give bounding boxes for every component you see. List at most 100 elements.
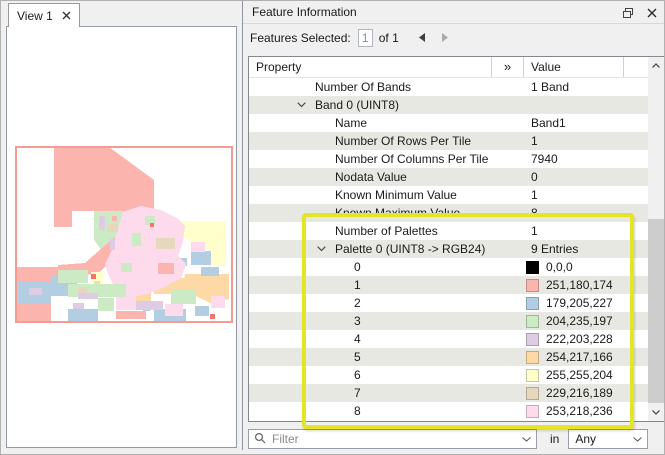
table-row[interactable]: Known Minimum Value 1	[249, 186, 648, 204]
scope-dropdown-icon[interactable]	[631, 437, 643, 442]
property-value: 7940	[531, 150, 558, 168]
expand-chevron-icon[interactable]	[317, 246, 335, 252]
property-value: 253,218,236	[546, 402, 613, 420]
table-row[interactable]: 2 179,205,227	[249, 294, 648, 312]
table-row[interactable]: Number of Palettes 1	[249, 222, 648, 240]
property-value: 204,235,197	[546, 312, 613, 330]
previous-feature-icon[interactable]	[415, 31, 429, 45]
palette-swatch	[526, 297, 539, 310]
property-name: Known Minimum Value	[335, 186, 457, 204]
column-header-property[interactable]: Property	[249, 57, 492, 77]
palette-swatch	[526, 405, 539, 418]
filter-dropdown-icon[interactable]	[520, 437, 532, 442]
scroll-down-icon[interactable]	[648, 404, 664, 421]
table-row[interactable]: Band 0 (UINT8)	[249, 96, 648, 114]
scroll-up-icon[interactable]	[648, 57, 664, 74]
filter-input[interactable]: Filter	[248, 429, 537, 449]
property-value: 9 Entries	[531, 240, 578, 258]
property-name: 1	[354, 276, 361, 294]
palette-swatch	[526, 279, 539, 292]
raster-map	[15, 146, 233, 323]
float-window-icon[interactable]	[621, 6, 635, 20]
property-value: Band1	[531, 114, 566, 132]
feature-count-label: of 1	[379, 31, 399, 45]
property-name: 2	[354, 294, 361, 312]
map-view[interactable]	[6, 26, 237, 448]
table-row[interactable]: Palette 0 (UINT8 -> RGB24) 9 Entries	[249, 240, 648, 258]
filter-bar: Filter in Any	[243, 428, 665, 450]
property-value: 229,216,189	[546, 384, 613, 402]
property-name: 3	[354, 312, 361, 330]
filter-scope-select[interactable]: Any	[568, 429, 648, 449]
feature-information-panel: Feature Information Features Selected: 1…	[242, 1, 665, 450]
property-name: 8	[354, 402, 361, 420]
property-name: Nodata Value	[335, 168, 407, 186]
close-icon[interactable]	[645, 6, 659, 20]
palette-swatch	[526, 369, 539, 382]
palette-swatch	[526, 315, 539, 328]
property-table-header: Property » Value	[249, 57, 664, 78]
property-value: 255,255,204	[546, 366, 613, 384]
property-name: Known Maximum Value	[335, 204, 460, 222]
property-table-body: Number Of Bands 1 Band Band 0 (UINT8) Na…	[249, 78, 648, 420]
property-value: 1	[531, 186, 538, 204]
property-name: Number Of Bands	[315, 78, 411, 96]
tab-close-icon[interactable]	[62, 11, 71, 20]
property-value: 1 Band	[531, 78, 569, 96]
scrollbar-thumb[interactable]	[648, 219, 664, 403]
expand-chevron-icon[interactable]	[297, 102, 315, 108]
property-value: 254,217,166	[546, 348, 613, 366]
column-expand-all-icon[interactable]: »	[492, 57, 524, 77]
property-value: 251,180,174	[546, 276, 613, 294]
panel-titlebar: Feature Information	[243, 1, 665, 24]
table-row[interactable]: 1 251,180,174	[249, 276, 648, 294]
table-row[interactable]: 0 0,0,0	[249, 258, 648, 276]
property-value: 1	[531, 222, 538, 240]
vertical-scrollbar[interactable]	[648, 57, 664, 421]
table-row[interactable]: 6 255,255,204	[249, 366, 648, 384]
palette-swatch	[526, 387, 539, 400]
filter-placeholder: Filter	[272, 432, 520, 446]
column-header-value[interactable]: Value	[524, 57, 624, 77]
view-pane: View 1	[1, 1, 242, 455]
palette-swatch	[526, 333, 539, 346]
property-name: Palette 0 (UINT8 -> RGB24)	[335, 240, 485, 258]
property-name: 0	[354, 258, 361, 276]
table-row[interactable]: Number Of Bands 1 Band	[249, 78, 648, 96]
property-value: 222,203,228	[546, 330, 613, 348]
search-icon	[254, 432, 266, 447]
property-value: 179,205,227	[546, 294, 613, 312]
table-row[interactable]: Number Of Rows Per Tile 1	[249, 132, 648, 150]
palette-swatch	[526, 261, 539, 274]
property-name: 6	[354, 366, 361, 384]
property-value: 0	[531, 168, 538, 186]
tab-view-1[interactable]: View 1	[8, 3, 80, 27]
table-row[interactable]: Known Maximum Value 8	[249, 204, 648, 222]
property-name: Number Of Rows Per Tile	[335, 132, 471, 150]
property-name: 7	[354, 384, 361, 402]
table-row[interactable]: 3 204,235,197	[249, 312, 648, 330]
selected-feature-index[interactable]: 1	[358, 29, 373, 47]
table-row[interactable]: 4 222,203,228	[249, 330, 648, 348]
table-row[interactable]: Number Of Columns Per Tile 7940	[249, 150, 648, 168]
property-name: Band 0 (UINT8)	[315, 96, 399, 114]
table-row[interactable]: 7 229,216,189	[249, 384, 648, 402]
next-feature-icon[interactable]	[438, 31, 452, 45]
table-row[interactable]: 5 254,217,166	[249, 348, 648, 366]
tab-label: View 1	[17, 9, 53, 23]
property-value: 8	[531, 204, 538, 222]
filter-in-label: in	[550, 432, 559, 446]
palette-swatch	[526, 351, 539, 364]
table-row[interactable]: Name Band1	[249, 114, 648, 132]
panel-title: Feature Information	[252, 5, 357, 19]
table-row[interactable]: 8 253,218,236	[249, 402, 648, 420]
feature-toolbar: Features Selected: 1 of 1 In: RRASTER	[243, 24, 665, 51]
view-tabbar: View 1	[1, 1, 242, 26]
table-row[interactable]: Nodata Value 0	[249, 168, 648, 186]
property-table: Property » Value Number Of Bands 1 Band …	[248, 56, 665, 422]
filter-scope-value: Any	[575, 432, 631, 446]
property-name: 5	[354, 348, 361, 366]
application-window: View 1	[0, 0, 665, 455]
property-value: 1	[531, 132, 538, 150]
property-name: Number Of Columns Per Tile	[335, 150, 488, 168]
